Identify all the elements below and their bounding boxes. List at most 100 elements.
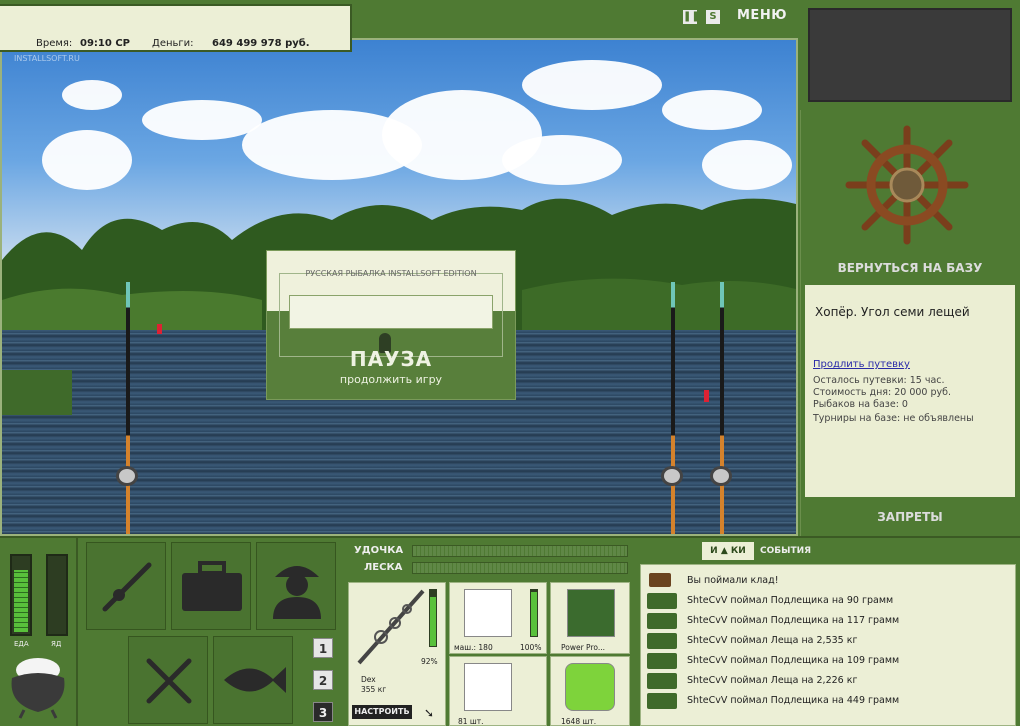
cloud: [42, 130, 132, 190]
line-tension-bar: [412, 562, 628, 574]
reel-icon: [710, 466, 732, 486]
event-text: Вы поймали клад!: [687, 575, 779, 586]
fish-icon: [647, 673, 677, 689]
food-slot[interactable]: [128, 636, 208, 724]
angler-icon: [273, 566, 321, 619]
menu-button[interactable]: МЕНЮ: [737, 8, 787, 23]
bans-button[interactable]: ЗАПРЕТЫ: [800, 510, 1020, 524]
sound-icon[interactable]: S: [706, 10, 720, 24]
slot-button-1[interactable]: 1: [313, 638, 333, 658]
reeds: [2, 370, 72, 415]
event-text: ShteCvV поймал Леща на 2,535 кг: [687, 635, 858, 646]
day-cost: Стоимость дня: 20 000 руб.: [813, 387, 952, 398]
pause-icon[interactable]: ❚❚: [683, 10, 700, 24]
rod-health-fill: [430, 596, 436, 646]
event-text: ShteCvV поймал Подлещика на 117 грамм: [687, 615, 900, 626]
cloud: [662, 90, 762, 130]
ship-wheel-icon[interactable]: [845, 125, 969, 245]
reel-health-meter: [530, 589, 538, 637]
line-bar-label: ЛЕСКА: [364, 562, 403, 573]
line-spool-picture: [567, 589, 615, 637]
fish-icon: [647, 633, 677, 649]
location-info: Хопёр. Угол семи лещей Продлить путевку …: [805, 285, 1015, 497]
events-logo-left: И: [710, 546, 718, 556]
reel-cell[interactable]: маш.: 180 100%: [449, 582, 547, 654]
time-value: 09:10 СР: [80, 38, 130, 49]
return-to-base-button[interactable]: ВЕРНУТЬСЯ НА БАЗУ: [800, 261, 1020, 275]
event-text: ShteCvV поймал Подлещика на 90 грамм: [687, 595, 894, 606]
time-label: Время:: [36, 38, 73, 49]
hook-cell[interactable]: 81 шт.: [449, 656, 547, 726]
pass-remaining: Осталось путевки: 15 час.: [813, 375, 945, 386]
cloud: [702, 140, 792, 190]
status-meters: ЕДА ЯД: [0, 536, 78, 726]
fish-icon: [647, 593, 677, 609]
events-logo-right: КИ: [730, 546, 746, 556]
status-panel: Время: 09:10 СР Деньги: 649 499 978 руб.: [0, 4, 352, 52]
hook-picture: [464, 663, 512, 711]
reel-icon: [661, 466, 683, 486]
event-text: ShteCvV поймал Подлещика на 449 грамм: [687, 695, 900, 706]
event-row: Вы поймали клад!: [641, 571, 1017, 591]
event-text: ShteCvV поймал Леща на 2,226 кг: [687, 675, 858, 686]
food-meter: [10, 554, 32, 636]
slot-button-2[interactable]: 2: [313, 670, 333, 690]
minimap[interactable]: [808, 8, 1012, 102]
fishing-rod-2[interactable]: [671, 282, 675, 534]
location-title: Хопёр. Угол семи лещей: [815, 305, 970, 319]
rod-percent: 92%: [421, 657, 438, 666]
bait-picture: [565, 663, 615, 711]
reel-picture: [464, 589, 512, 637]
rod-name: Dex: [361, 675, 376, 684]
tournaments: Турниры на базе: не объявлены: [813, 413, 974, 424]
slot-button-3[interactable]: 3: [313, 702, 333, 722]
rod-health-meter: [429, 589, 437, 647]
cloud: [522, 60, 662, 110]
events-title: СОБЫТИЯ: [760, 546, 812, 556]
money-value: 649 499 978 руб.: [212, 38, 310, 49]
hook-count: 81 шт.: [458, 717, 484, 726]
event-row: ShteCvV поймал Подлещика на 449 грамм: [641, 691, 1017, 711]
angler-slot[interactable]: [256, 542, 336, 630]
cloud: [502, 135, 622, 185]
cooking-pot-icon[interactable]: [6, 654, 70, 720]
reel-icon: [116, 466, 138, 486]
setup-button[interactable]: НАСТРОИТЬ: [352, 705, 412, 719]
line-name: Power Pro...: [561, 643, 605, 652]
rod-weight: 355 кг: [361, 685, 387, 694]
line-cell[interactable]: Power Pro...: [550, 582, 630, 654]
poison-meter: [46, 554, 68, 636]
poison-label: ЯД: [51, 640, 62, 648]
arrow-icon[interactable]: ➘: [424, 706, 434, 720]
food-label: ЕДА: [14, 640, 29, 648]
event-row: ShteCvV поймал Подлещика на 117 грамм: [641, 611, 1017, 631]
cloud: [142, 100, 262, 140]
tackle-box-slot[interactable]: [171, 542, 251, 630]
continue-game-button[interactable]: продолжить игру: [267, 373, 515, 386]
cloud: [62, 80, 122, 110]
rod-bar-label: УДОЧКА: [354, 545, 404, 556]
event-row: ShteCvV поймал Подлещика на 90 грамм: [641, 591, 1017, 611]
fish-icon: [647, 613, 677, 629]
event-row: ShteCvV поймал Леща на 2,226 кг: [641, 671, 1017, 691]
pause-banner: [289, 295, 493, 329]
fishing-rod-1[interactable]: [126, 282, 130, 534]
extend-pass-link[interactable]: Продлить путевку: [813, 359, 910, 370]
tackle-box-icon: [182, 561, 242, 611]
events-list: Вы поймали клад! ShteCvV поймал Подлещик…: [640, 564, 1016, 726]
events-header: И ▲ КИ СОБЫТИЯ: [640, 538, 1020, 564]
rod-picture: [357, 589, 425, 665]
bait-cell[interactable]: 1648 шт.: [550, 656, 630, 726]
fish-icon: [224, 667, 286, 693]
anglers-count: Рыбаков на базе: 0: [813, 399, 908, 410]
fish-slot[interactable]: [213, 636, 293, 724]
fishing-rod-3[interactable]: [720, 282, 724, 534]
float-marker: [157, 324, 162, 334]
pause-dialog[interactable]: РУССКАЯ РЫБАЛКА INSTALLSOFT EDITION ПАУЗ…: [266, 250, 516, 400]
rod-slot[interactable]: [86, 542, 166, 630]
watermark: INSTALLSOFT.RU: [14, 54, 80, 63]
pause-caption: РУССКАЯ РЫБАЛКА INSTALLSOFT EDITION: [305, 269, 477, 278]
chest-icon: [649, 573, 671, 587]
reel-health-fill: [531, 592, 537, 636]
rod-tension-bar: [412, 545, 628, 557]
